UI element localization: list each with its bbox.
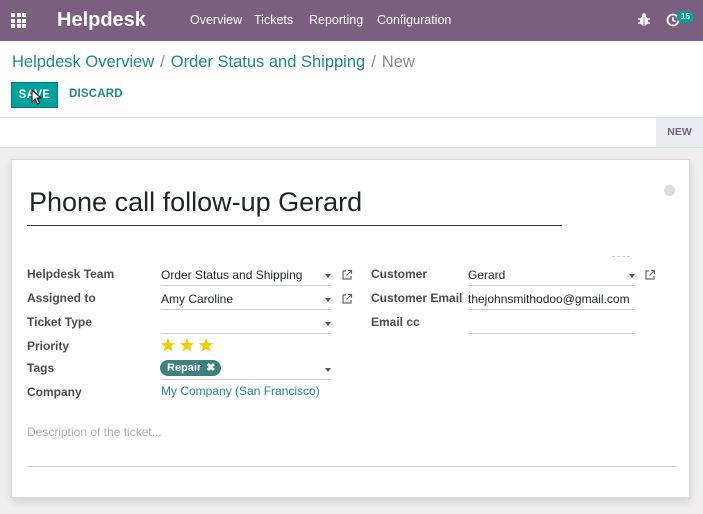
breadcrumb-separator: / (371, 53, 376, 71)
tag-label: Repair (167, 362, 202, 374)
menu-reporting[interactable]: Reporting (309, 13, 363, 27)
debug-bug-icon[interactable] (637, 12, 651, 28)
company-link[interactable]: My Company (San Francisco) (161, 384, 320, 398)
menu-configuration[interactable]: Configuration (377, 13, 451, 27)
description-placeholder: Description of the ticket... (27, 425, 162, 439)
assigned-to-field[interactable]: Amy Caroline (161, 288, 331, 310)
status-bar: NEW (0, 118, 703, 148)
top-navbar: Helpdesk Overview Tickets Reporting Conf… (0, 0, 703, 41)
kanban-state-dot[interactable] (664, 185, 675, 196)
mouse-cursor-icon (31, 89, 43, 105)
assigned-to-value: Amy Caroline (161, 292, 234, 306)
app-name[interactable]: Helpdesk (57, 9, 146, 32)
email-cc-field[interactable] (468, 312, 635, 334)
ticket-type-label: Ticket Type (27, 315, 92, 329)
customer-field[interactable]: Gerard (468, 264, 635, 286)
breadcrumb-team[interactable]: Order Status and Shipping (171, 53, 365, 71)
apps-menu-icon[interactable] (11, 13, 27, 28)
helpdesk-team-field[interactable]: Order Status and Shipping (161, 264, 331, 286)
company-label: Company (27, 385, 82, 399)
breadcrumb-helpdesk-overview[interactable]: Helpdesk Overview (12, 53, 154, 71)
control-panel: Helpdesk Overview / Order Status and Shipp… (0, 41, 703, 118)
customer-label: Customer (371, 267, 428, 281)
chevron-down-icon[interactable] (325, 298, 331, 302)
priority-label: Priority (27, 339, 70, 353)
discard-button[interactable]: DISCARD (69, 88, 123, 100)
customer-email-label: Customer Email (371, 291, 463, 305)
star-icon[interactable] (198, 337, 214, 353)
helpdesk-team-label: Helpdesk Team (27, 267, 115, 281)
menu-tickets[interactable]: Tickets (254, 13, 293, 27)
external-link-icon[interactable] (341, 293, 353, 305)
breadcrumb-current: New (381, 53, 415, 71)
breadcrumb-separator: / (160, 53, 165, 71)
chevron-down-icon[interactable] (325, 368, 331, 372)
ticket-title-input[interactable]: Phone call follow-up Gerard (27, 186, 562, 226)
external-link-icon[interactable] (644, 269, 656, 281)
external-link-icon[interactable] (341, 269, 353, 281)
breadcrumb: Helpdesk Overview / Order Status and Shipp… (12, 53, 415, 72)
chevron-down-icon[interactable] (629, 274, 635, 278)
divider (612, 256, 630, 260)
tags-label: Tags (27, 361, 55, 375)
activity-count-badge: 15 (677, 11, 694, 23)
ticket-type-field[interactable] (161, 312, 331, 334)
assigned-to-label: Assigned to (27, 291, 96, 305)
tag-badge: Repair ✖ (160, 360, 222, 376)
star-icon[interactable] (179, 337, 195, 353)
email-cc-label: Email cc (371, 315, 420, 329)
customer-email-field[interactable]: thejohnsmithodoo@gmail.com (468, 288, 635, 310)
customer-email-value: thejohnsmithodoo@gmail.com (468, 292, 630, 306)
helpdesk-team-value: Order Status and Shipping (161, 268, 303, 282)
menu-overview[interactable]: Overview (190, 13, 242, 27)
chevron-down-icon[interactable] (325, 274, 331, 278)
close-icon[interactable]: ✖ (206, 362, 215, 374)
form-sheet: Phone call follow-up Gerard Helpdesk Tea… (11, 159, 690, 498)
priority-stars[interactable] (160, 337, 214, 353)
stage-new[interactable]: NEW (656, 118, 703, 147)
chevron-down-icon[interactable] (325, 322, 331, 326)
description-field[interactable]: Description of the ticket... (27, 425, 677, 467)
star-icon[interactable] (160, 337, 176, 353)
customer-value: Gerard (468, 268, 506, 282)
